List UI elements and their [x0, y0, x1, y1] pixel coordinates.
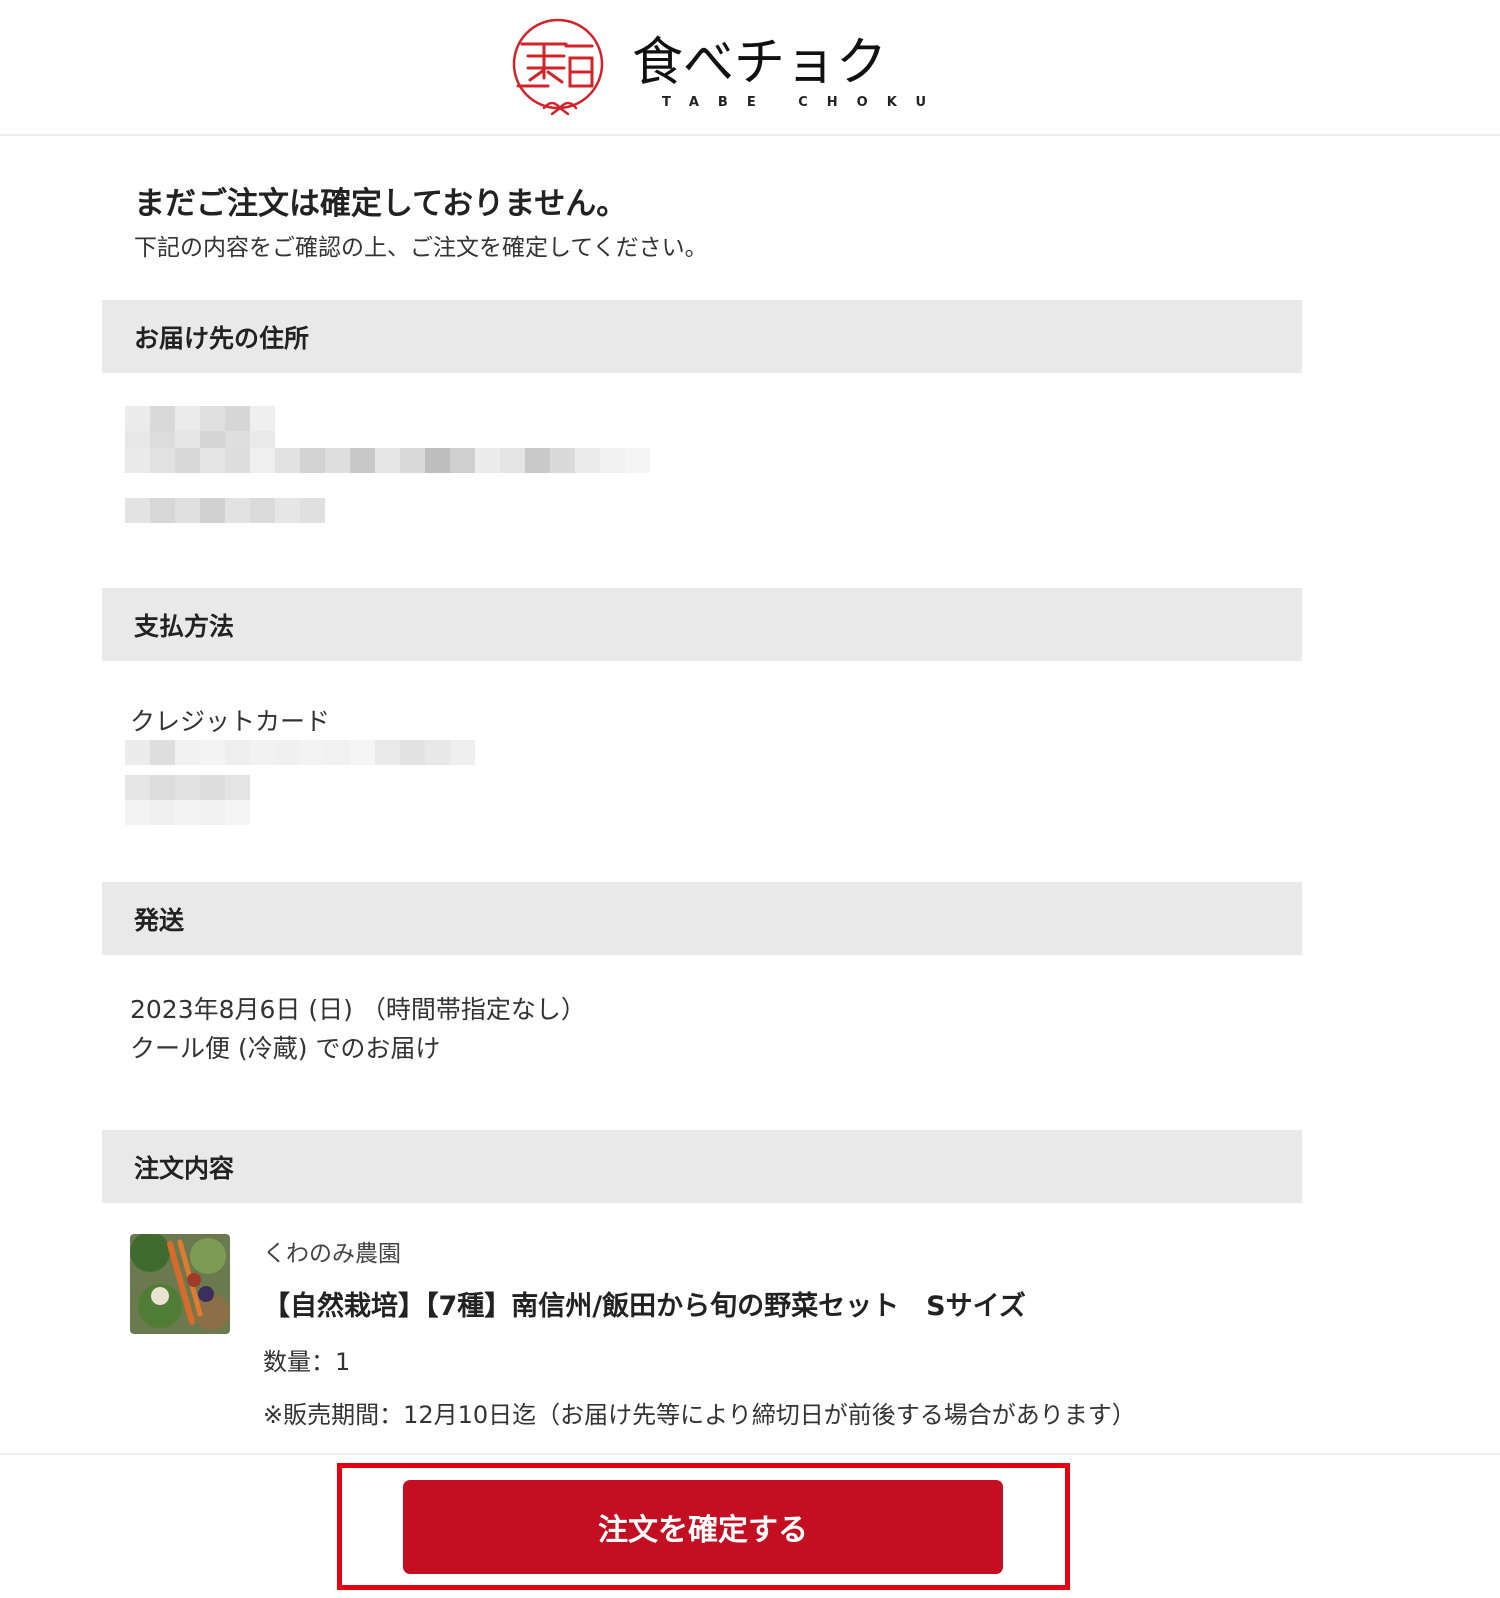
product-quantity: 数量：1: [263, 1348, 351, 1376]
logo-subtitle: TABE CHOKU: [662, 95, 946, 110]
farm-name[interactable]: くわのみ農園: [263, 1234, 401, 1268]
redacted-block: [125, 498, 325, 523]
vegetable-image: [130, 1234, 230, 1334]
redacted-block: [125, 775, 250, 800]
section-heading-order: 注文内容: [102, 1130, 1302, 1203]
confirm-order-button[interactable]: 注文を確定する: [403, 1480, 1003, 1574]
payment-method: クレジットカード: [130, 707, 331, 736]
site-header: 食べチョク TABE CHOKU: [0, 0, 1500, 136]
redacted-block: [125, 800, 250, 825]
redacted-block: [125, 740, 475, 765]
page-subtitle: 下記の内容をご確認の上、ご注文を確定してください。: [134, 235, 708, 261]
shipping-method: クール便 (冷蔵) でのお届け: [130, 1034, 441, 1063]
footer-divider: [0, 1453, 1500, 1455]
redacted-block: [125, 448, 650, 473]
shipping-date: 2023年8月6日 (日) （時間帯指定なし）: [130, 995, 586, 1024]
page-title: まだご注文は確定しておりません。: [134, 186, 628, 222]
section-heading-address: お届け先の住所: [102, 300, 1302, 373]
sales-period-note: ※販売期間：12月10日迄（お届け先等により締切日が前後する場合があります）: [263, 1401, 1136, 1429]
section-heading-payment: 支払方法: [102, 588, 1302, 661]
product-title[interactable]: 【自然栽培】【7種】南信州/飯田から旬の野菜セット Sサイズ: [263, 1284, 1026, 1323]
logo-wordmark-text: 食べチョク: [632, 33, 887, 92]
section-heading-shipping: 発送: [102, 882, 1302, 955]
redacted-block: [125, 406, 275, 431]
product-thumbnail[interactable]: [130, 1234, 230, 1334]
tabechoku-seal-icon[interactable]: [508, 16, 612, 120]
logo-wordmark[interactable]: 食べチョク: [632, 30, 892, 92]
